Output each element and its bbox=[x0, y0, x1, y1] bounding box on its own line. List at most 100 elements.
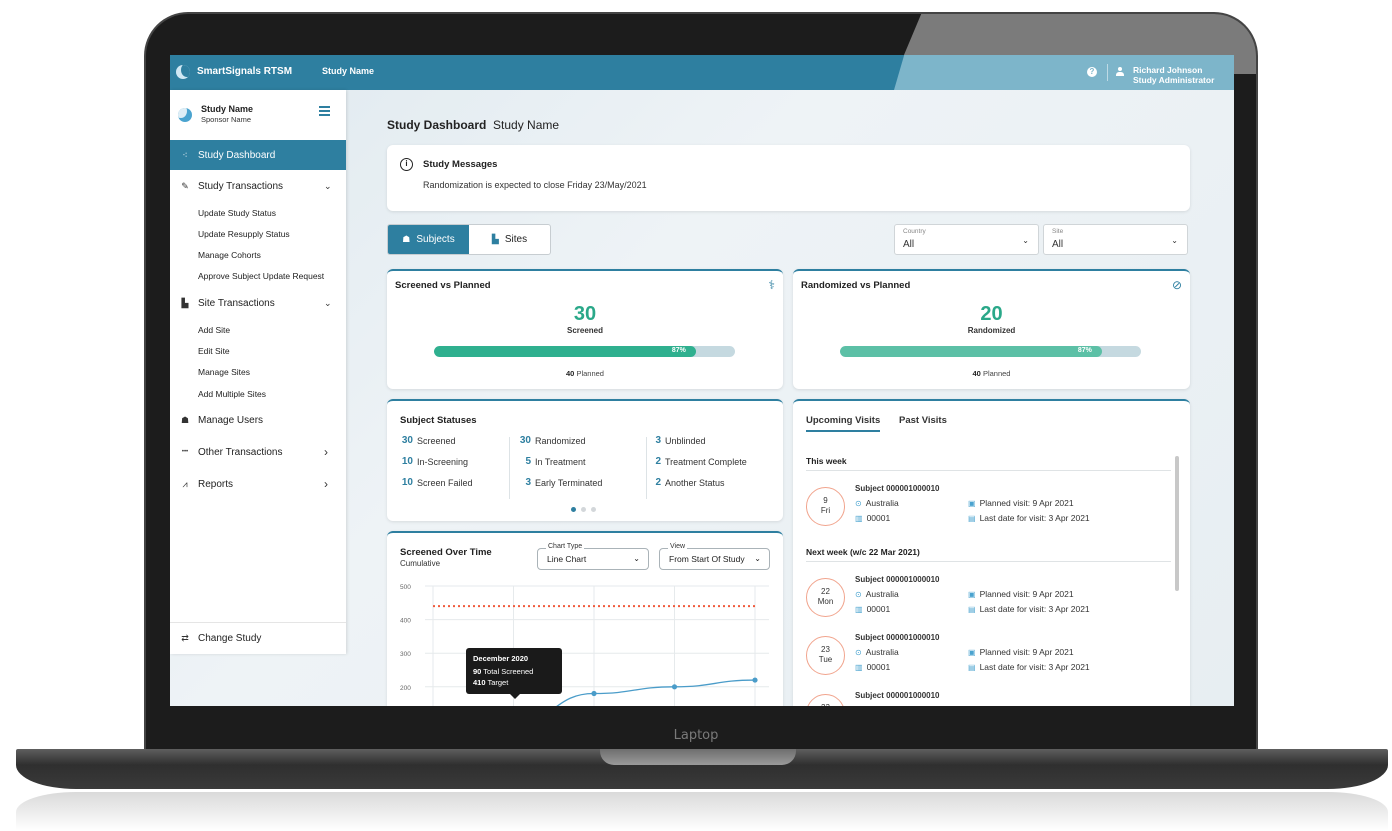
visit-last-text: Last date for visit: 3 Apr 2021 bbox=[979, 604, 1090, 614]
visit-weekday: Tue bbox=[818, 655, 833, 664]
calendar-icon: ▣ bbox=[968, 499, 976, 508]
tooltip-screened-value: 90 bbox=[473, 667, 482, 676]
sidebar-item-study-transactions[interactable]: ✎ Study Transactions ⌄ bbox=[170, 171, 346, 201]
sidebar-subitem-edit-site[interactable]: Edit Site bbox=[198, 346, 230, 356]
chevron-down-icon: ⌄ bbox=[1171, 236, 1178, 245]
status-count: 10 bbox=[401, 477, 413, 488]
status-row: 2 Treatment Complete bbox=[643, 456, 773, 477]
visit-item[interactable]: 23 Tue Subject 000001000010 ⊙ Australia ▥ 0… bbox=[806, 633, 1166, 677]
randomized-progress-label: 87% bbox=[1077, 347, 1092, 354]
subject-statuses-card: Subject Statuses 30 Screened 10 In-Screeni… bbox=[387, 399, 783, 521]
visit-item[interactable]: 23 Subject 000001000010 bbox=[806, 691, 1166, 706]
screened-progress-fill: 87% bbox=[434, 346, 696, 357]
screened-line-chart: 100200300400500 bbox=[400, 584, 769, 706]
screened-progress-bar: 87% bbox=[434, 346, 735, 357]
study-messages-title: Study Messages bbox=[423, 159, 498, 170]
status-count: 30 bbox=[519, 435, 531, 446]
sidebar-item-site-transactions[interactable]: ▙ Site Transactions ⌄ bbox=[170, 288, 346, 318]
app-screen: SmartSignals RTSM Study Name ? Richard J… bbox=[170, 55, 1234, 706]
sidebar-subitem-add-multiple-sites[interactable]: Add Multiple Sites bbox=[198, 389, 266, 399]
laptop-mockup: Laptop SmartSignals RTSM Study Name ? Ri… bbox=[0, 0, 1392, 831]
sidebar-subitem-manage-cohorts[interactable]: Manage Cohorts bbox=[198, 250, 261, 260]
chevron-right-icon: › bbox=[324, 445, 328, 459]
visit-site: ▥ 00001 bbox=[855, 662, 890, 672]
status-column: 30 Randomized 5 In Treatment 3 Early Termin… bbox=[513, 435, 643, 498]
visit-day: 23 bbox=[821, 645, 830, 654]
visits-scrollbar[interactable] bbox=[1175, 456, 1179, 591]
sidebar-item-label: Study Dashboard bbox=[198, 149, 276, 161]
visit-last-date: ▤ Last date for visit: 3 Apr 2021 bbox=[968, 513, 1090, 523]
visit-country-text: Australia bbox=[865, 589, 899, 599]
visit-last-date: ▤ Last date for visit: 3 Apr 2021 bbox=[968, 662, 1090, 672]
chevron-down-icon: ⌄ bbox=[324, 180, 332, 191]
visit-site-text: 00001 bbox=[866, 604, 891, 614]
status-label: Screened bbox=[417, 436, 456, 446]
user-name: Richard Johnson bbox=[1133, 65, 1203, 75]
visit-day: 23 bbox=[807, 703, 844, 706]
screened-card-title: Screened vs Planned bbox=[395, 280, 491, 291]
chevron-right-icon: › bbox=[324, 477, 328, 491]
tooltip-title: December 2020 bbox=[473, 654, 529, 663]
sidebar-subitem-manage-sites[interactable]: Manage Sites bbox=[198, 367, 250, 377]
site-select[interactable]: Site All ⌄ bbox=[1043, 224, 1188, 255]
sidebar-item-other-transactions[interactable]: ••• Other Transactions › bbox=[170, 437, 346, 467]
tab-past-visits[interactable]: Past Visits bbox=[899, 415, 947, 426]
visit-item[interactable]: 22 Mon Subject 000001000010 ⊙ Australia ▥ 0… bbox=[806, 575, 1166, 619]
users-icon: ☗ bbox=[180, 414, 190, 425]
visit-item[interactable]: 9 Fri Subject 000001000010 ⊙ Australia ▥ 00… bbox=[806, 484, 1166, 528]
subject-statuses-title: Subject Statuses bbox=[400, 415, 477, 426]
carousel-dot[interactable] bbox=[581, 507, 586, 512]
laptop-label: Laptop bbox=[673, 728, 719, 743]
help-icon[interactable]: ? bbox=[1087, 67, 1097, 77]
brand-name[interactable]: SmartSignals RTSM bbox=[197, 66, 292, 77]
chevron-down-icon: ⌄ bbox=[1022, 236, 1029, 245]
sidebar-item-study-dashboard[interactable]: ⁖ Study Dashboard bbox=[170, 140, 346, 170]
tooltip-line-target: 410 Target bbox=[473, 677, 555, 688]
hamburger-menu-icon[interactable] bbox=[319, 106, 330, 116]
visit-country-text: Australia bbox=[865, 498, 899, 508]
country-select-label: Country bbox=[903, 228, 926, 235]
dashboard-icon: ⁖ bbox=[182, 149, 188, 160]
tooltip-target-label: Target bbox=[487, 678, 509, 687]
sidebar-item-manage-users[interactable]: ☗ Manage Users bbox=[170, 405, 346, 435]
more-icon: ••• bbox=[181, 449, 189, 455]
sidebar-subitem-add-site[interactable]: Add Site bbox=[198, 325, 230, 335]
status-label: Randomized bbox=[535, 436, 586, 446]
visit-last-text: Last date for visit: 3 Apr 2021 bbox=[979, 513, 1090, 523]
page-title-main: Study Dashboard bbox=[387, 118, 487, 132]
visit-subject: Subject 000001000010 bbox=[855, 633, 940, 642]
tooltip-screened-label: Total Screened bbox=[483, 667, 534, 676]
visit-weekday: Fri bbox=[820, 506, 831, 515]
building-icon: ▥ bbox=[855, 605, 863, 614]
sidebar-item-label: Study Transactions bbox=[198, 180, 284, 192]
visit-subject: Subject 000001000010 bbox=[855, 575, 940, 584]
sidebar-item-reports[interactable]: ⩘ Reports › bbox=[170, 469, 346, 499]
topbar-divider bbox=[1107, 64, 1108, 81]
sidebar-subitem-approve-subject-update[interactable]: Approve Subject Update Request bbox=[198, 271, 324, 281]
carousel-dot[interactable] bbox=[591, 507, 596, 512]
subjects-tab-button[interactable]: ☗ Subjects bbox=[388, 225, 469, 254]
page-title: Study Dashboard Study Name bbox=[387, 118, 559, 132]
carousel-dot[interactable] bbox=[571, 507, 576, 512]
status-row: 3 Unblinded bbox=[643, 435, 773, 456]
status-row: 5 In Treatment bbox=[513, 456, 643, 477]
visit-day-badge: 9 Fri bbox=[806, 487, 845, 526]
country-select[interactable]: Country All ⌄ bbox=[894, 224, 1039, 255]
user-menu[interactable]: Richard Johnson Study Administrator bbox=[1133, 65, 1214, 85]
change-study-button[interactable]: ⇄ Change Study bbox=[170, 623, 346, 653]
user-icon[interactable] bbox=[1115, 67, 1125, 77]
building-icon: ▥ bbox=[855, 663, 863, 672]
tooltip-line-screened: 90 Total Screened bbox=[473, 666, 555, 677]
planned-label: Planned bbox=[576, 369, 604, 378]
visit-country: ⊙ Australia bbox=[855, 647, 899, 657]
sidebar-subitem-update-study-status[interactable]: Update Study Status bbox=[198, 208, 276, 218]
visit-country: ⊙ Australia bbox=[855, 589, 899, 599]
visit-day-badge: 23 bbox=[806, 694, 845, 706]
randomized-progress-fill: 87% bbox=[840, 346, 1102, 357]
y-tick-label: 500 bbox=[400, 584, 411, 591]
sidebar-subitem-update-resupply-status[interactable]: Update Resupply Status bbox=[198, 229, 290, 239]
tab-upcoming-visits[interactable]: Upcoming Visits bbox=[806, 415, 881, 432]
sites-tab-button[interactable]: ▙ Sites bbox=[469, 225, 550, 254]
screened-point bbox=[752, 677, 758, 683]
randomized-label: Randomized bbox=[967, 326, 1016, 335]
